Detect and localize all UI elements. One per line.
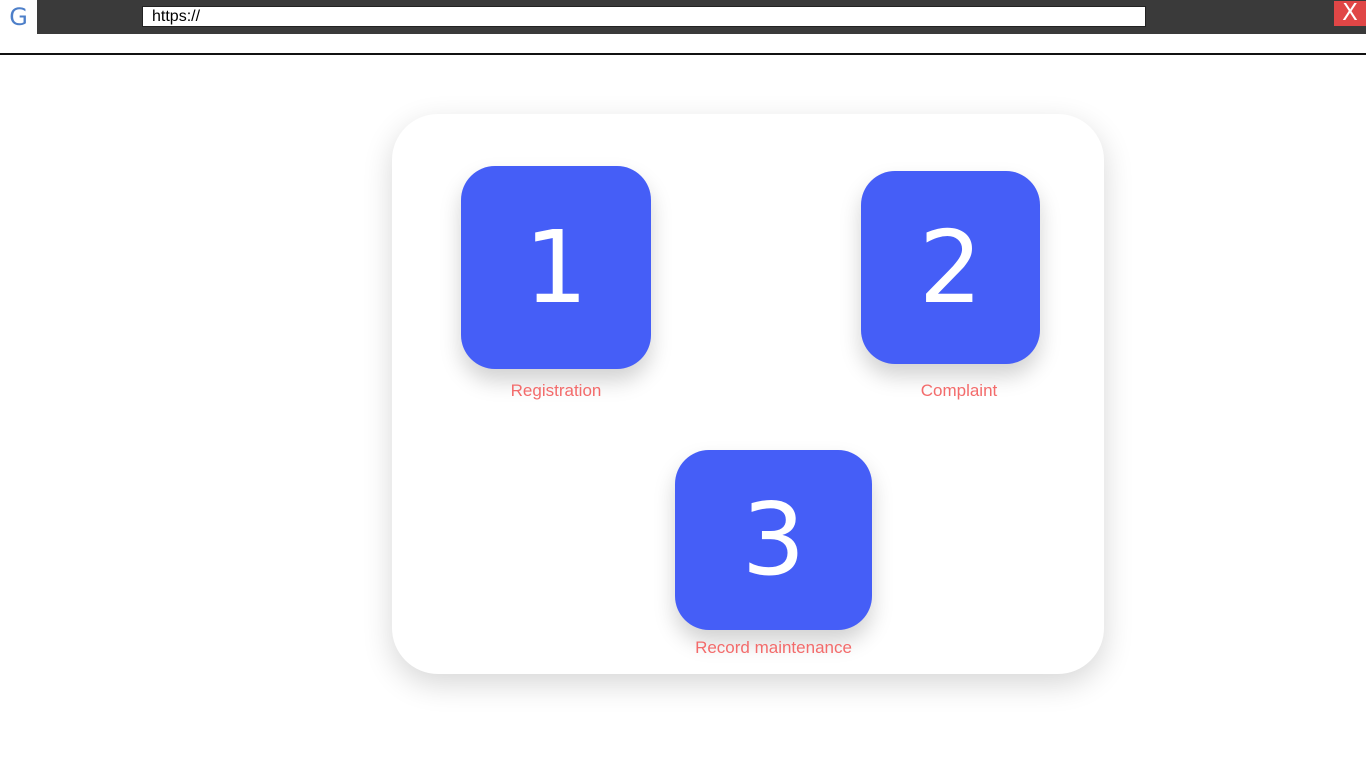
record-maintenance-number: 3 xyxy=(741,481,806,598)
address-bar-input[interactable] xyxy=(142,6,1146,27)
browser-toolbar: G X xyxy=(0,0,1366,34)
close-button[interactable]: X xyxy=(1334,1,1366,26)
complaint-tile[interactable]: 2 xyxy=(861,171,1040,364)
registration-number: 1 xyxy=(524,208,588,326)
record-maintenance-tile[interactable]: 3 xyxy=(675,450,872,630)
complaint-number: 2 xyxy=(918,208,983,326)
header-divider xyxy=(0,53,1366,55)
registration-label[interactable]: Registration xyxy=(461,381,651,401)
browser-logo-icon[interactable]: G xyxy=(0,0,37,34)
complaint-label[interactable]: Complaint xyxy=(861,381,1057,401)
registration-tile[interactable]: 1 xyxy=(461,166,651,369)
record-maintenance-label[interactable]: Record maintenance xyxy=(675,638,872,658)
menu-panel: 1 Registration 2 Complaint 3 Record main… xyxy=(392,114,1104,674)
